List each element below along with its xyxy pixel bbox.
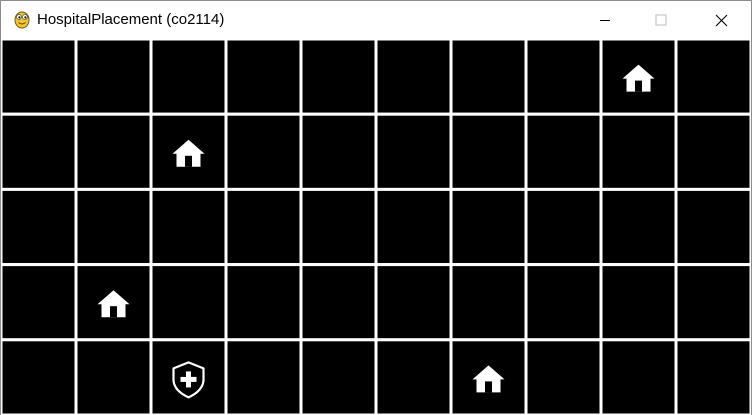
maximize-icon	[655, 14, 667, 26]
title-bar[interactable]: HospitalPlacement (co2114)	[1, 1, 751, 39]
grid-cell[interactable]	[299, 187, 378, 267]
grid-cell[interactable]	[74, 112, 153, 191]
grid-cell[interactable]	[149, 187, 228, 267]
app-window: HospitalPlacement (co2114)	[0, 0, 752, 415]
grid-cell[interactable]	[449, 263, 528, 342]
grid-cell[interactable]	[1, 338, 78, 415]
grid-cell[interactable]	[299, 112, 378, 191]
grid-cell[interactable]	[74, 187, 153, 267]
grid-cell[interactable]	[299, 338, 378, 415]
maximize-button[interactable]	[638, 1, 684, 39]
grid-cell[interactable]	[674, 112, 751, 191]
grid-cell[interactable]	[524, 187, 603, 267]
grid-cell[interactable]	[1, 187, 78, 267]
grid-cell[interactable]	[524, 112, 603, 191]
grid-cell[interactable]	[449, 112, 528, 191]
grid-cell[interactable]	[524, 39, 603, 116]
grid-cell[interactable]	[599, 263, 678, 342]
grid-cell[interactable]	[74, 338, 153, 415]
grid-cell[interactable]	[224, 112, 303, 191]
pygame-snake-icon	[12, 9, 32, 29]
grid-cell[interactable]	[299, 263, 378, 342]
grid-cell[interactable]	[224, 263, 303, 342]
board-canvas[interactable]	[1, 39, 751, 415]
grid-cell[interactable]	[224, 39, 303, 116]
placement-grid[interactable]	[1, 39, 751, 415]
grid-cell[interactable]	[224, 338, 303, 415]
close-icon	[715, 14, 727, 26]
grid-cell[interactable]	[599, 112, 678, 191]
grid-cell[interactable]	[374, 112, 453, 191]
grid-cell[interactable]	[674, 263, 751, 342]
grid-cell[interactable]	[374, 263, 453, 342]
grid-cell[interactable]	[374, 187, 453, 267]
grid-cell[interactable]	[449, 39, 528, 116]
grid-cell[interactable]	[149, 263, 228, 342]
minimize-icon	[600, 20, 610, 21]
grid-cell[interactable]	[524, 338, 603, 415]
grid-cell[interactable]	[449, 187, 528, 267]
grid-cell[interactable]	[149, 39, 228, 116]
window-title: HospitalPlacement (co2114)	[37, 11, 225, 28]
grid-cell[interactable]	[599, 338, 678, 415]
grid-cell[interactable]	[1, 263, 78, 342]
grid-cell[interactable]	[674, 187, 751, 267]
grid-cell[interactable]	[599, 187, 678, 267]
grid-cell[interactable]	[524, 263, 603, 342]
grid-cell[interactable]	[374, 338, 453, 415]
grid-cell[interactable]	[674, 39, 751, 116]
grid-cell[interactable]	[299, 39, 378, 116]
grid-cell[interactable]	[1, 112, 78, 191]
grid-cell[interactable]	[74, 39, 153, 116]
grid-cell[interactable]	[1, 39, 78, 116]
grid-cell[interactable]	[374, 39, 453, 116]
close-button[interactable]	[698, 1, 744, 39]
grid-cell[interactable]	[674, 338, 751, 415]
grid-cell[interactable]	[224, 187, 303, 267]
minimize-button[interactable]	[582, 1, 628, 39]
